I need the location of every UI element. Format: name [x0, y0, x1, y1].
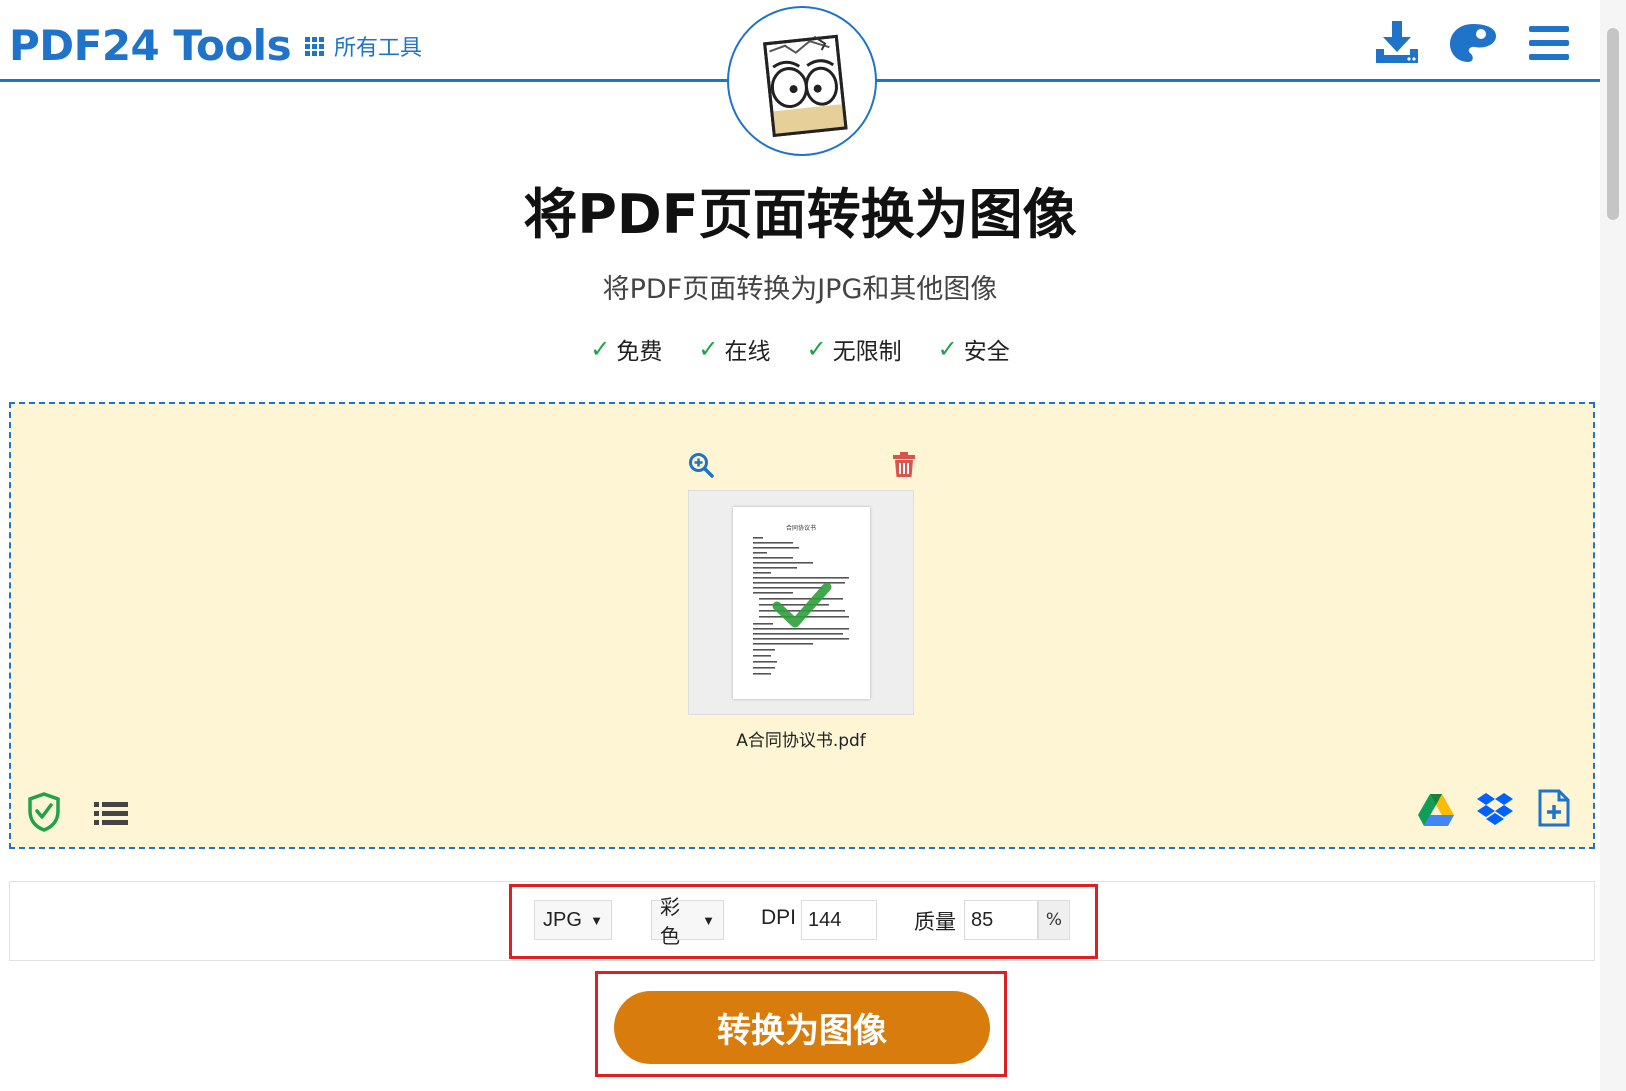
download-icon[interactable] [1372, 18, 1422, 68]
feature-item: ✓ 免费 [590, 332, 662, 366]
page-scrollbar[interactable] [1600, 0, 1626, 1091]
google-drive-icon[interactable] [1416, 790, 1456, 830]
check-icon: ✓ [590, 335, 611, 363]
dpi-label: DPI [761, 906, 797, 929]
chevron-down-icon: ▼ [590, 912, 603, 928]
shield-check-icon[interactable] [24, 792, 64, 832]
feature-list: ✓ 免费 ✓ 在线 ✓ 无限制 ✓ 安全 [0, 332, 1600, 366]
mascot-logo[interactable] [727, 6, 877, 156]
file-thumbnail[interactable]: 合同协议书 [688, 490, 914, 715]
feature-item: ✓ 在线 [698, 332, 770, 366]
add-file-icon[interactable] [1534, 788, 1574, 828]
format-value: JPG [543, 908, 582, 931]
check-icon: ✓ [937, 335, 958, 363]
all-tools-button[interactable]: 所有工具 [305, 30, 422, 62]
list-view-icon[interactable] [91, 794, 131, 834]
quality-label: 质量 [914, 911, 956, 934]
convert-to-image-button[interactable]: 转换为图像 [614, 991, 990, 1064]
check-icon: ✓ [806, 335, 827, 363]
grid-icon [305, 36, 324, 56]
feature-label: 在线 [724, 339, 771, 365]
header-actions [1372, 18, 1574, 68]
pdf-page-preview: 合同协议书 [733, 507, 870, 699]
feature-item: ✓ 无限制 [807, 332, 902, 366]
zoom-in-icon[interactable] [688, 452, 716, 480]
page-subtitle: 将PDF页面转换为JPG和其他图像 [602, 274, 998, 305]
scrollbar-thumb[interactable] [1607, 28, 1619, 220]
file-tools [688, 452, 920, 482]
all-tools-label: 所有工具 [334, 36, 423, 61]
delete-file-icon[interactable] [892, 452, 920, 480]
format-select[interactable]: JPG ▼ [534, 900, 612, 940]
brand-logo[interactable]: PDF24 Tools [9, 18, 292, 74]
preview-title: 合同协议书 [786, 524, 816, 532]
feature-label: 安全 [963, 339, 1010, 365]
file-name: A合同协议书.pdf [736, 731, 866, 751]
dpi-input[interactable]: 144 [801, 900, 877, 940]
chevron-down-icon: ▼ [702, 912, 715, 928]
feature-label: 无限制 [832, 339, 902, 365]
palette-icon[interactable] [1448, 18, 1498, 68]
page-title: 将PDF页面转换为图像 [523, 183, 1077, 246]
feature-label: 免费 [616, 339, 663, 365]
quality-input[interactable]: 85 [964, 900, 1038, 940]
color-mode-select[interactable]: 彩色 ▼ [651, 897, 724, 948]
feature-item: ✓ 安全 [938, 332, 1010, 366]
color-mode-value: 彩色 [660, 897, 680, 948]
menu-icon[interactable] [1524, 18, 1574, 68]
check-icon: ✓ [698, 335, 719, 363]
dropbox-icon[interactable] [1475, 789, 1515, 829]
quality-unit: % [1038, 900, 1070, 940]
